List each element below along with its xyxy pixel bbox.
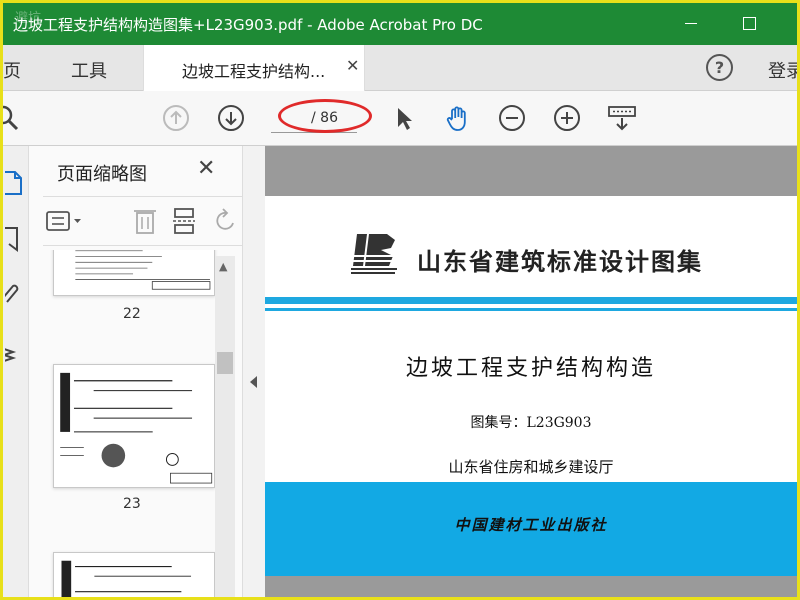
collapse-panel-icon[interactable] — [250, 376, 257, 388]
document-tab-label: 边坡工程支护结构... — [182, 62, 326, 81]
bookmark-icon[interactable] — [3, 226, 25, 252]
search-icon[interactable] — [3, 103, 21, 133]
thumbnail-label-23: 23 — [123, 496, 141, 512]
scroll-up-arrow-icon[interactable]: ▲ — [219, 260, 227, 273]
panel-collapse-strip — [243, 146, 265, 597]
blue-footer-block: 中国建材工业出版社 — [265, 482, 797, 576]
app-window: 避坑 边坡工程支护结构构造图集+L23G903.pdf - Adobe Acro… — [0, 0, 800, 600]
help-icon[interactable]: ? — [706, 54, 733, 81]
thumbnail-label-22: 22 — [123, 306, 141, 322]
thumbnails-panel: 页面缩略图 ✕ 22 23 — [29, 146, 243, 597]
next-page-icon[interactable] — [216, 103, 246, 133]
red-highlight-ellipse — [278, 99, 372, 133]
layers-icon[interactable] — [3, 342, 25, 368]
window-title: 边坡工程支护结构构造图集+L23G903.pdf - Adobe Acrobat… — [13, 16, 483, 34]
hand-tool-icon[interactable] — [443, 103, 473, 133]
maximize-button[interactable] — [737, 11, 761, 35]
prev-page-icon[interactable] — [161, 103, 191, 133]
atlas-number: 图集号：L23G903 — [470, 415, 592, 431]
minimize-button[interactable] — [679, 11, 703, 35]
page-thumbnails-icon[interactable] — [3, 170, 25, 196]
thumbnails-panel-title: 页面缩略图 — [57, 164, 147, 185]
press-name: 中国建材工业出版社 — [454, 516, 608, 534]
attachment-icon[interactable] — [3, 282, 25, 308]
thumbnail-page-22[interactable] — [53, 250, 215, 296]
document-tab[interactable]: 边坡工程支护结构... ✕ — [143, 45, 365, 91]
document-viewer[interactable]: 山东省建筑标准设计图集 边坡工程支护结构构造 图集号：L23G903 山东省住房… — [265, 146, 797, 597]
close-tab-icon[interactable]: ✕ — [346, 56, 359, 75]
zoom-in-icon[interactable] — [552, 103, 582, 133]
blue-band-thin — [265, 308, 797, 311]
login-button[interactable]: 登录 — [768, 57, 797, 83]
thumbnails-scrollbar[interactable]: ▲ — [215, 256, 235, 597]
title-bar: 避坑 边坡工程支护结构构造图集+L23G903.pdf - Adobe Acro… — [3, 3, 797, 45]
thumbnails-list: 22 23 — [43, 250, 229, 597]
thumbnail-page-24[interactable] — [53, 552, 215, 597]
keyboard-scroll-icon[interactable] — [607, 103, 637, 133]
pdf-page: 山东省建筑标准设计图集 边坡工程支护结构构造 图集号：L23G903 山东省住房… — [265, 196, 797, 576]
publisher-series-title: 山东省建筑标准设计图集 — [417, 248, 703, 276]
left-navigation-rail — [3, 146, 29, 597]
insert-page-icon[interactable] — [171, 205, 199, 237]
issuing-department: 山东省住房和城乡建设厅 — [448, 458, 614, 476]
tab-home[interactable]: 主页 — [3, 57, 21, 83]
toolbar: / 86 — [3, 91, 797, 146]
close-panel-icon[interactable]: ✕ — [197, 156, 215, 181]
rotate-icon[interactable] — [211, 205, 239, 237]
thumbnails-toolbar — [43, 196, 243, 246]
tab-tools[interactable]: 工具 — [71, 57, 107, 83]
scrollbar-thumb[interactable] — [217, 352, 233, 374]
options-menu-icon[interactable] — [45, 207, 85, 235]
publisher-logo-icon — [351, 234, 399, 274]
select-arrow-icon[interactable] — [389, 103, 419, 133]
thumbnail-page-23[interactable] — [53, 364, 215, 488]
tab-bar: 主页 工具 边坡工程支护结构... ✕ ? 登录 — [3, 45, 797, 91]
trash-icon[interactable] — [131, 205, 159, 237]
document-title: 边坡工程支护结构构造 — [405, 356, 656, 381]
blue-band-thick — [265, 297, 797, 304]
zoom-out-icon[interactable] — [497, 103, 527, 133]
